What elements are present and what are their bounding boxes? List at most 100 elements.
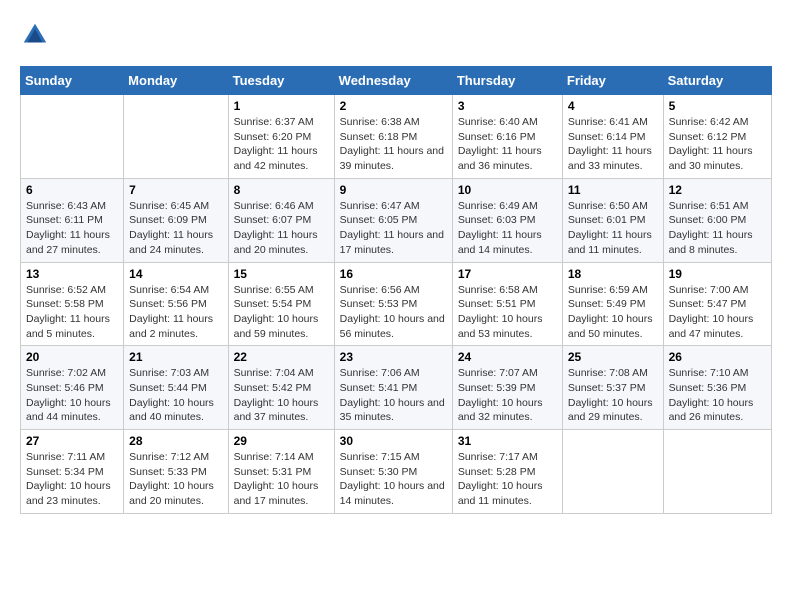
day-cell [124,95,228,179]
day-cell: 19 Sunrise: 7:00 AMSunset: 5:47 PMDayligh… [663,262,771,346]
day-cell: 22 Sunrise: 7:04 AMSunset: 5:42 PMDayligh… [228,346,334,430]
logo [20,20,54,50]
day-cell: 9Sunrise: 6:47 AMSunset: 6:05 PMDaylight… [334,178,452,262]
day-cell: 28 Sunrise: 7:12 AMSunset: 5:33 PMDayligh… [124,430,228,514]
week-row-2: 6 Sunrise: 6:43 AMSunset: 6:11 PMDaylight… [21,178,772,262]
day-header-tuesday: Tuesday [228,67,334,95]
day-cell: 17 Sunrise: 6:58 AMSunset: 5:51 PMDayligh… [452,262,562,346]
day-cell: 20 Sunrise: 7:02 AMSunset: 5:46 PMDayligh… [21,346,124,430]
day-number: 19 [669,267,766,281]
day-detail: Sunrise: 6:56 AMSunset: 5:53 PMDaylight:… [340,284,445,340]
day-detail: Sunrise: 6:49 AMSunset: 6:03 PMDaylight:… [458,200,542,256]
day-cell [562,430,663,514]
day-detail: Sunrise: 6:58 AMSunset: 5:51 PMDaylight:… [458,284,543,340]
day-cell: 13 Sunrise: 6:52 AMSunset: 5:58 PMDayligh… [21,262,124,346]
logo-icon [20,20,50,50]
day-cell: 2 Sunrise: 6:38 AMSunset: 6:18 PMDaylight… [334,95,452,179]
day-detail: Sunrise: 6:38 AMSunset: 6:18 PMDaylight:… [340,116,444,172]
day-cell: 31 Sunrise: 7:17 AMSunset: 5:28 PMDayligh… [452,430,562,514]
day-detail: Sunrise: 7:06 AMSunset: 5:41 PMDaylight:… [340,367,445,423]
day-cell: 15 Sunrise: 6:55 AMSunset: 5:54 PMDayligh… [228,262,334,346]
day-number: 25 [568,350,658,364]
day-number: 29 [234,434,329,448]
day-cell: 16 Sunrise: 6:56 AMSunset: 5:53 PMDayligh… [334,262,452,346]
day-number: 21 [129,350,222,364]
day-cell: 7Sunrise: 6:45 AMSunset: 6:09 PMDaylight… [124,178,228,262]
day-detail: Sunrise: 6:52 AMSunset: 5:58 PMDaylight:… [26,284,110,340]
day-detail: Sunrise: 7:04 AMSunset: 5:42 PMDaylight:… [234,367,319,423]
day-number: 31 [458,434,557,448]
day-number: 16 [340,267,447,281]
day-cell: 3 Sunrise: 6:40 AMSunset: 6:16 PMDaylight… [452,95,562,179]
week-row-4: 20 Sunrise: 7:02 AMSunset: 5:46 PMDayligh… [21,346,772,430]
day-cell: 11Sunrise: 6:50 AMSunset: 6:01 PMDayligh… [562,178,663,262]
day-detail: Sunrise: 6:51 AMSunset: 6:00 PMDaylight:… [669,200,753,256]
day-detail: Sunrise: 6:54 AMSunset: 5:56 PMDaylight:… [129,284,213,340]
week-row-5: 27 Sunrise: 7:11 AMSunset: 5:34 PMDayligh… [21,430,772,514]
day-number: 14 [129,267,222,281]
day-detail: Sunrise: 7:08 AMSunset: 5:37 PMDaylight:… [568,367,653,423]
day-cell: 26 Sunrise: 7:10 AMSunset: 5:36 PMDayligh… [663,346,771,430]
day-detail: Sunrise: 7:02 AMSunset: 5:46 PMDaylight:… [26,367,111,423]
day-number: 12 [669,183,766,197]
day-number: 27 [26,434,118,448]
calendar-header-row: SundayMondayTuesdayWednesdayThursdayFrid… [21,67,772,95]
day-header-sunday: Sunday [21,67,124,95]
week-row-3: 13 Sunrise: 6:52 AMSunset: 5:58 PMDayligh… [21,262,772,346]
day-number: 13 [26,267,118,281]
day-detail: Sunrise: 7:10 AMSunset: 5:36 PMDaylight:… [669,367,754,423]
day-header-friday: Friday [562,67,663,95]
day-header-saturday: Saturday [663,67,771,95]
day-cell: 14 Sunrise: 6:54 AMSunset: 5:56 PMDayligh… [124,262,228,346]
day-number: 17 [458,267,557,281]
day-number: 3 [458,99,557,113]
day-detail: Sunrise: 7:15 AMSunset: 5:30 PMDaylight:… [340,451,445,507]
day-cell: 1Sunrise: 6:37 AMSunset: 6:20 PMDaylight… [228,95,334,179]
week-row-1: 1Sunrise: 6:37 AMSunset: 6:20 PMDaylight… [21,95,772,179]
day-number: 22 [234,350,329,364]
day-cell: 8Sunrise: 6:46 AMSunset: 6:07 PMDaylight… [228,178,334,262]
day-detail: Sunrise: 6:43 AMSunset: 6:11 PMDaylight:… [26,200,110,256]
day-number: 18 [568,267,658,281]
day-detail: Sunrise: 6:42 AMSunset: 6:12 PMDaylight:… [669,116,753,172]
day-number: 20 [26,350,118,364]
day-cell: 6 Sunrise: 6:43 AMSunset: 6:11 PMDaylight… [21,178,124,262]
day-cell [663,430,771,514]
day-cell: 5Sunrise: 6:42 AMSunset: 6:12 PMDaylight… [663,95,771,179]
day-detail: Sunrise: 6:46 AMSunset: 6:07 PMDaylight:… [234,200,318,256]
day-detail: Sunrise: 6:37 AMSunset: 6:20 PMDaylight:… [234,116,318,172]
day-number: 26 [669,350,766,364]
day-number: 10 [458,183,557,197]
day-detail: Sunrise: 7:12 AMSunset: 5:33 PMDaylight:… [129,451,214,507]
day-cell: 4 Sunrise: 6:41 AMSunset: 6:14 PMDaylight… [562,95,663,179]
day-detail: Sunrise: 7:11 AMSunset: 5:34 PMDaylight:… [26,451,111,507]
day-number: 30 [340,434,447,448]
day-number: 6 [26,183,118,197]
day-cell [21,95,124,179]
day-detail: Sunrise: 6:41 AMSunset: 6:14 PMDaylight:… [568,116,652,172]
day-detail: Sunrise: 7:14 AMSunset: 5:31 PMDaylight:… [234,451,319,507]
day-cell: 27 Sunrise: 7:11 AMSunset: 5:34 PMDayligh… [21,430,124,514]
day-number: 2 [340,99,447,113]
day-detail: Sunrise: 7:00 AMSunset: 5:47 PMDaylight:… [669,284,754,340]
day-number: 23 [340,350,447,364]
day-detail: Sunrise: 6:40 AMSunset: 6:16 PMDaylight:… [458,116,542,172]
day-cell: 23 Sunrise: 7:06 AMSunset: 5:41 PMDayligh… [334,346,452,430]
page-header [20,20,772,50]
day-header-thursday: Thursday [452,67,562,95]
day-number: 15 [234,267,329,281]
day-header-monday: Monday [124,67,228,95]
day-detail: Sunrise: 6:47 AMSunset: 6:05 PMDaylight:… [340,200,444,256]
day-cell: 25 Sunrise: 7:08 AMSunset: 5:37 PMDayligh… [562,346,663,430]
day-detail: Sunrise: 6:55 AMSunset: 5:54 PMDaylight:… [234,284,319,340]
day-number: 28 [129,434,222,448]
day-detail: Sunrise: 6:45 AMSunset: 6:09 PMDaylight:… [129,200,213,256]
day-cell: 12 Sunrise: 6:51 AMSunset: 6:00 PMDayligh… [663,178,771,262]
day-detail: Sunrise: 7:17 AMSunset: 5:28 PMDaylight:… [458,451,543,507]
calendar: SundayMondayTuesdayWednesdayThursdayFrid… [20,66,772,514]
day-number: 24 [458,350,557,364]
day-detail: Sunrise: 6:59 AMSunset: 5:49 PMDaylight:… [568,284,653,340]
day-detail: Sunrise: 6:50 AMSunset: 6:01 PMDaylight:… [568,200,652,256]
day-detail: Sunrise: 7:07 AMSunset: 5:39 PMDaylight:… [458,367,543,423]
day-number: 4 [568,99,658,113]
